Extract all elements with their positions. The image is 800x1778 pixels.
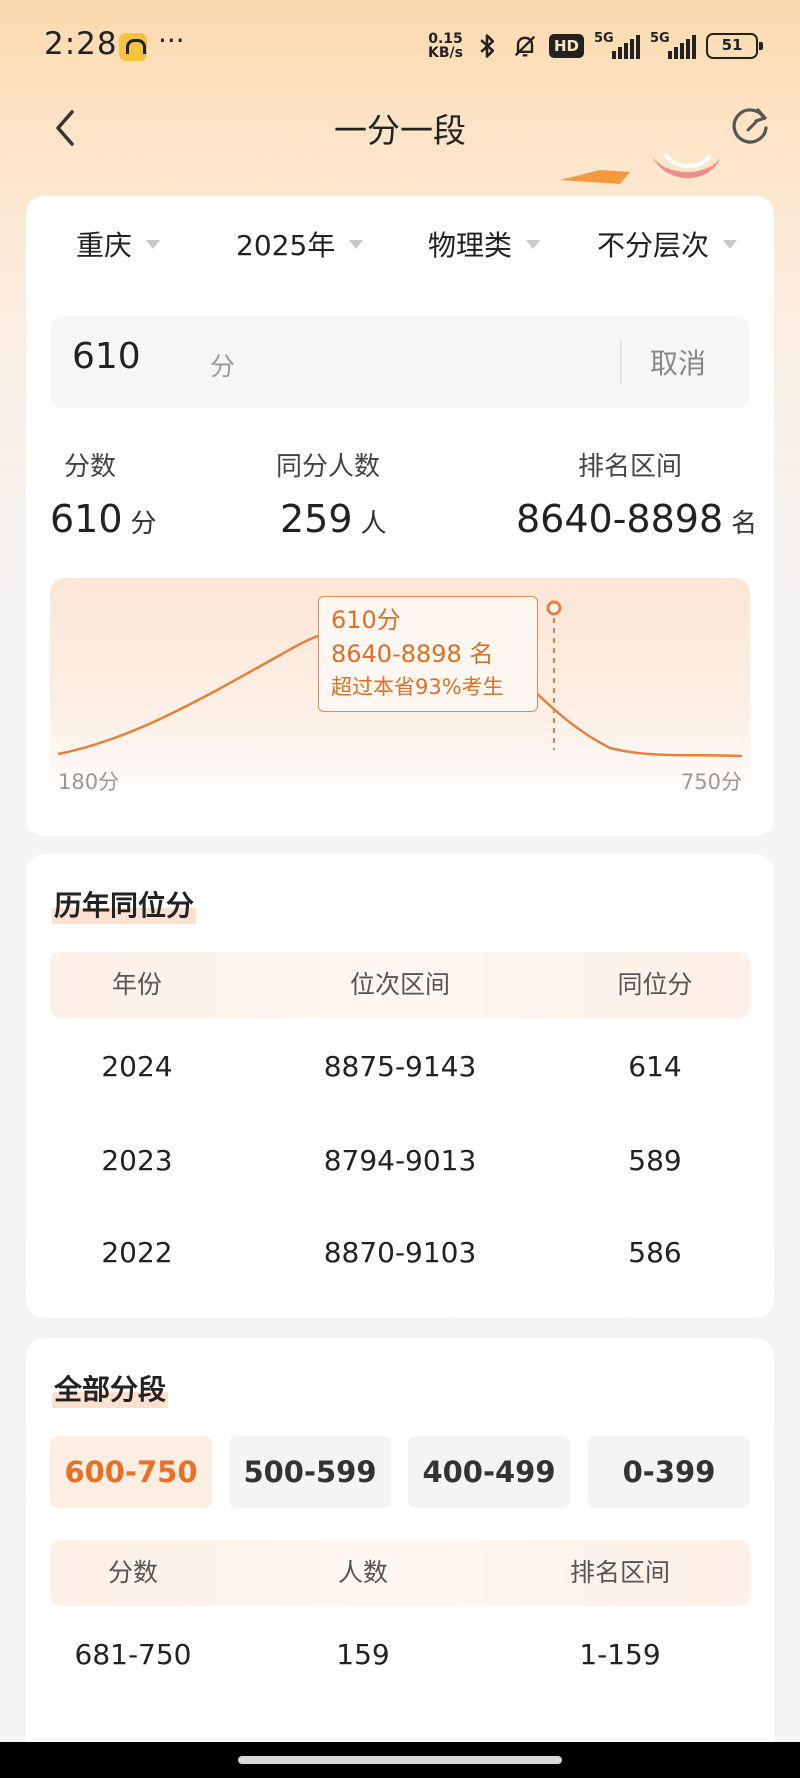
stat-score-unit: 分 (130, 509, 157, 539)
network-type-1: 5G (594, 31, 614, 46)
table-row: 2024 8875-9143 614 (50, 1020, 750, 1114)
history-year: 2023 (101, 1144, 173, 1177)
decorative-illustration (560, 150, 720, 184)
caret-down-icon (146, 239, 161, 249)
year-select[interactable]: 2025年 (236, 224, 364, 264)
stat-same-count-label: 同分人数 (276, 452, 381, 482)
status-icons: 0.15 KB/s HD 5G 5G 51 (428, 26, 763, 66)
history-rank-range: 8794-9013 (323, 1144, 477, 1177)
tooltip-percent: 超过本省93%考生 (331, 675, 504, 699)
battery-icon: 51 (706, 33, 763, 59)
history-year: 2024 (101, 1050, 173, 1083)
network-speed-unit: KB/s (428, 45, 463, 61)
history-rank-range: 8870-9103 (323, 1236, 477, 1269)
table-row: 681-750 159 1-159 (50, 1608, 750, 1702)
stat-same-count-unit: 人 (360, 509, 387, 539)
cancel-button[interactable]: 取消 (650, 342, 706, 382)
network-speed: 0.15 KB/s (428, 32, 463, 60)
subject-select-label: 物理类 (428, 229, 513, 262)
segments-col-score: 分数 (107, 1558, 158, 1587)
segments-col-rank: 排名区间 (569, 1558, 670, 1587)
stat-score: 分数 610 分 (50, 446, 157, 541)
tab-0-399[interactable]: 0-399 (588, 1436, 750, 1508)
refresh-icon[interactable] (726, 102, 774, 150)
app-notification-icon (119, 33, 147, 61)
history-equiv-score: 589 (628, 1144, 682, 1177)
segment-rank: 1-159 (579, 1638, 661, 1671)
caret-down-icon (349, 239, 364, 249)
segment-score: 681-750 (74, 1638, 192, 1671)
input-divider (620, 340, 622, 384)
history-equiv-score: 614 (628, 1050, 682, 1083)
signal-icon-2: 5G (650, 31, 696, 59)
bluetooth-icon (480, 34, 495, 58)
province-select-label: 重庆 (76, 229, 133, 262)
mute-icon (514, 35, 536, 57)
caret-down-icon (526, 239, 541, 249)
status-time: 2:28 (44, 26, 118, 62)
history-rank-range: 8875-9143 (323, 1050, 477, 1083)
history-year: 2022 (101, 1236, 173, 1269)
hd-voice-badge: HD (548, 34, 584, 58)
score-distribution-chart: 610分 8640-8898 名 超过本省93%考生 180分 750分 (50, 578, 750, 808)
score-search-box: 分 取消 (50, 316, 750, 408)
segment-count: 159 (336, 1638, 390, 1671)
table-row: 2023 8794-9013 589 (50, 1114, 750, 1208)
table-row: 2022 8870-9103 586 (50, 1206, 750, 1300)
tab-400-499[interactable]: 400-499 (408, 1436, 570, 1508)
status-bar: 2:28 ··· 0.15 KB/s HD 5G 5G 51 (0, 0, 800, 92)
history-col-rank: 位次区间 (349, 970, 450, 999)
filter-bar: 重庆 2025年 物理类 不分层次 (26, 224, 774, 268)
level-select-label: 不分层次 (597, 229, 710, 262)
current-score-marker-dot (546, 600, 562, 616)
subject-select[interactable]: 物理类 (428, 224, 541, 264)
stat-rank-value: 8640-8898 (516, 497, 724, 541)
all-segments-card: 全部分段 600-750 500-599 400-499 0-399 分数 人数… (26, 1338, 774, 1778)
tab-600-750[interactable]: 600-750 (50, 1436, 212, 1508)
tab-500-599[interactable]: 500-599 (229, 1436, 391, 1508)
x-min-label: 180分 (58, 770, 120, 794)
history-table-header: 年份 位次区间 同位分 (50, 952, 750, 1018)
score-tooltip: 610分 8640-8898 名 超过本省93%考生 (318, 596, 538, 712)
signal-icon-1: 5G (594, 31, 640, 59)
history-col-year: 年份 (111, 970, 162, 999)
level-select[interactable]: 不分层次 (597, 224, 738, 264)
tooltip-score: 610分 (331, 606, 401, 634)
history-equivalent-card: 历年同位分 年份 位次区间 同位分 2024 8875-9143 614 202… (26, 854, 774, 1318)
stat-rank-unit: 名 (731, 509, 758, 539)
stat-rank: 排名区间 8640-8898 名 (516, 446, 757, 541)
stat-rank-label: 排名区间 (578, 452, 683, 482)
page-title: 一分一段 (334, 111, 466, 150)
x-max-label: 750分 (680, 770, 742, 794)
network-speed-value: 0.15 (428, 31, 463, 47)
segments-table-header: 分数 人数 排名区间 (50, 1540, 750, 1606)
province-select[interactable]: 重庆 (76, 224, 161, 264)
history-equiv-score: 586 (628, 1236, 682, 1269)
more-notifications-icon: ··· (158, 24, 185, 57)
year-select-label: 2025年 (236, 229, 336, 262)
segments-section-title: 全部分段 (52, 1368, 169, 1408)
segment-tabs: 600-750 500-599 400-499 0-399 (50, 1436, 750, 1508)
tooltip-rank: 8640-8898 名 (331, 640, 494, 668)
system-navigation-bar (0, 1742, 800, 1778)
score-input-unit: 分 (210, 352, 236, 381)
segments-col-count: 人数 (337, 1558, 388, 1587)
stat-score-value: 610 (50, 497, 123, 541)
score-query-card: 重庆 2025年 物理类 不分层次 分 取消 分数 610分 同分人数 259人… (26, 196, 774, 836)
history-col-score: 同位分 (617, 970, 693, 999)
stat-same-count: 同分人数 259 人 (276, 446, 387, 541)
home-indicator[interactable] (238, 1756, 562, 1764)
stat-score-label: 分数 (64, 452, 117, 482)
network-type-2: 5G (650, 31, 670, 46)
score-input[interactable] (72, 336, 172, 377)
history-section-title: 历年同位分 (52, 884, 197, 924)
stat-same-count-value: 259 (280, 497, 353, 541)
caret-down-icon (723, 239, 738, 249)
